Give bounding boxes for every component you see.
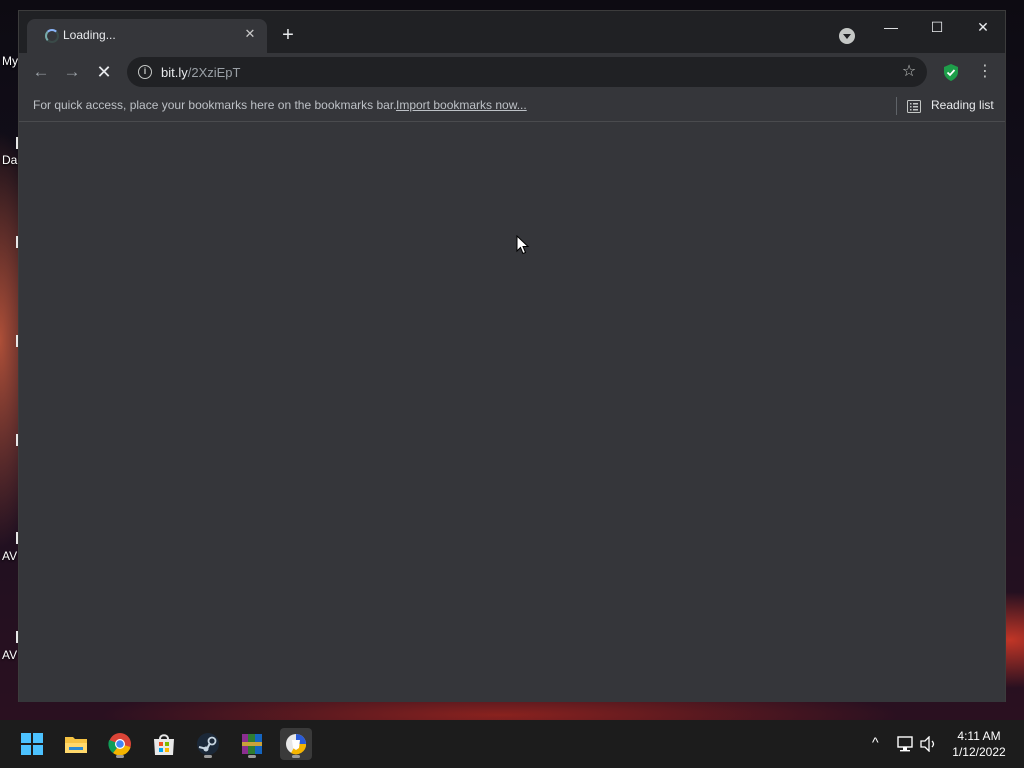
avg-browser-icon[interactable]	[280, 728, 312, 760]
address-bar[interactable]: i bit.ly/2XziEpT ☆	[127, 57, 927, 87]
network-icon[interactable]	[897, 736, 915, 752]
desktop-icon-label[interactable]: AV	[2, 549, 17, 563]
stop-loading-button[interactable]: ✕	[92, 61, 116, 83]
page-content[interactable]	[19, 122, 1005, 702]
chrome-icon[interactable]	[104, 728, 136, 760]
bookmarks-divider	[896, 97, 897, 115]
back-button[interactable]: ←	[29, 61, 53, 83]
steam-icon[interactable]	[192, 728, 224, 760]
taskbar: ^ 4:11 AM 1/12/2022	[0, 720, 1024, 768]
reading-list-button[interactable]: Reading list	[931, 98, 994, 112]
browser-menu-icon[interactable]: ⋮	[977, 61, 993, 83]
running-indicator	[292, 755, 300, 758]
forward-button[interactable]: →	[60, 61, 84, 83]
maximize-button[interactable]: ☐	[917, 15, 957, 39]
bookmark-star-icon[interactable]: ☆	[899, 62, 919, 82]
start-icon[interactable]	[16, 728, 48, 760]
browser-toolbar: ← → ✕ i bit.ly/2XziEpT ☆ ⋮	[19, 53, 1005, 91]
microsoft-store-icon[interactable]	[148, 728, 180, 760]
reading-list-icon[interactable]	[907, 100, 921, 113]
url-host: bit.ly	[161, 65, 188, 80]
close-window-button[interactable]: ✕	[963, 15, 1003, 39]
import-bookmarks-link[interactable]: Import bookmarks now...	[396, 98, 527, 112]
site-info-icon[interactable]: i	[138, 65, 152, 79]
tab-close-icon[interactable]: ✕	[241, 25, 259, 43]
extension-shield-icon[interactable]	[943, 64, 959, 81]
mouse-cursor-icon	[516, 235, 530, 255]
clock-date: 1/12/2022	[952, 745, 1006, 759]
desktop-icon-label[interactable]: AV	[2, 648, 17, 662]
tab-search-icon[interactable]	[839, 28, 855, 44]
file-explorer-icon[interactable]	[60, 728, 92, 760]
url-path: /2XziEpT	[187, 65, 241, 80]
taskbar-clock[interactable]: 4:11 AM 1/12/2022	[944, 728, 1014, 760]
winrar-icon[interactable]	[236, 728, 268, 760]
minimize-button[interactable]: —	[871, 15, 911, 39]
new-tab-button[interactable]: +	[277, 25, 299, 47]
bookmarks-prompt: For quick access, place your bookmarks h…	[33, 98, 397, 112]
tab-title: Loading...	[63, 28, 116, 42]
loading-spinner-icon	[45, 29, 59, 43]
clock-time: 4:11 AM	[957, 729, 1001, 743]
desktop-icon-label[interactable]: Da	[2, 153, 17, 167]
tray-overflow-icon[interactable]: ^	[872, 734, 879, 750]
tab-loading[interactable]: Loading... ✕	[27, 19, 267, 53]
url-text[interactable]: bit.ly/2XziEpT	[161, 65, 240, 80]
bookmarks-bar: For quick access, place your bookmarks h…	[19, 91, 1005, 122]
browser-window: Loading... ✕ + — ☐ ✕ ← → ✕ i bit.ly/2Xzi…	[18, 10, 1006, 702]
running-indicator	[204, 755, 212, 758]
tab-strip: Loading... ✕ + — ☐ ✕	[19, 11, 1005, 53]
desktop-icon-label[interactable]: My	[2, 54, 18, 68]
volume-icon[interactable]	[920, 736, 938, 752]
running-indicator	[116, 755, 124, 758]
running-indicator	[248, 755, 256, 758]
